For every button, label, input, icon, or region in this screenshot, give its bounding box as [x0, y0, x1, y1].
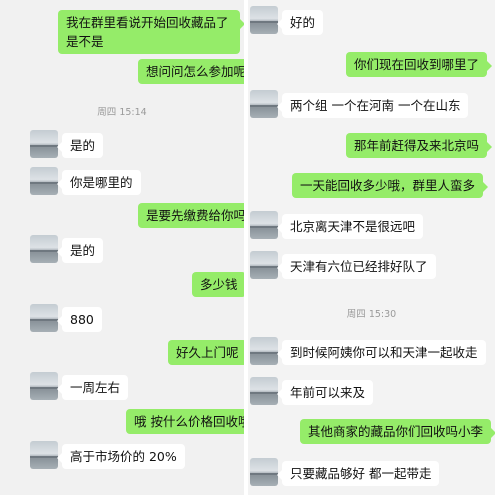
contact-avatar[interactable]	[250, 377, 278, 405]
contact-avatar[interactable]	[250, 458, 278, 486]
contact-avatar[interactable]	[250, 211, 278, 239]
sent-message[interactable]: 想问问怎么参加呢	[138, 59, 244, 84]
received-message[interactable]: 到时候阿姨你可以和天津一起收走	[277, 340, 486, 365]
sent-message[interactable]: 一天能回收多少哦，群里人蛮多	[292, 173, 489, 198]
received-message[interactable]: 是的	[56, 133, 104, 158]
contact-avatar[interactable]	[250, 337, 278, 365]
contact-avatar[interactable]	[30, 130, 58, 158]
received-message[interactable]: 年前可以来及	[276, 380, 374, 405]
received-message[interactable]: 天津有六位已经排好队了	[277, 254, 436, 279]
received-message[interactable]: 两个组 一个在河南 一个在山东	[276, 93, 469, 118]
received-message[interactable]: 只要藏品够好 都一起带走	[276, 461, 440, 486]
sent-message[interactable]: 多少钱	[192, 272, 244, 297]
contact-avatar[interactable]	[30, 167, 58, 195]
received-message[interactable]: 是的	[56, 238, 104, 263]
sent-message[interactable]: 其他商家的藏品你们回收吗小李	[300, 419, 495, 444]
right-chat-screenshot: 好的 你们现在回收到哪里了 两个组 一个在河南 一个在山东 那年前赶得及来北京吗…	[248, 0, 495, 495]
contact-avatar[interactable]	[30, 372, 58, 400]
sent-message[interactable]: 你们现在回收到哪里了	[346, 52, 493, 77]
received-message[interactable]: 一周左右	[56, 375, 129, 400]
timestamp: 周四 15:14	[97, 107, 147, 118]
contact-avatar[interactable]	[250, 6, 278, 34]
contact-avatar[interactable]	[250, 90, 278, 118]
contact-avatar[interactable]	[30, 304, 58, 332]
contact-avatar[interactable]	[250, 251, 278, 279]
received-message[interactable]: 北京离天津不是很远吧	[276, 214, 424, 239]
sent-message[interactable]: 是要先缴费给你吗	[138, 203, 244, 228]
received-message[interactable]: 高于市场价的 20%	[57, 444, 185, 469]
timestamp: 周四 15:30	[346, 309, 397, 320]
sent-message[interactable]: 那年前赶得及来北京吗	[346, 133, 493, 158]
sent-message[interactable]: 好久上门呢	[168, 340, 244, 365]
sent-message[interactable]: 哦 按什么价格回收哦	[126, 409, 244, 434]
sent-message[interactable]: 我在群里看说开始回收藏品了是不是	[58, 10, 244, 54]
received-message[interactable]: 880	[57, 307, 102, 332]
contact-avatar[interactable]	[30, 235, 58, 263]
contact-avatar[interactable]	[30, 441, 58, 469]
received-message[interactable]: 你是哪里的	[57, 170, 141, 195]
received-message[interactable]: 好的	[276, 10, 324, 35]
left-chat-screenshot: 我在群里看说开始回收藏品了是不是 想问问怎么参加呢 周四 15:14 是的 你是…	[0, 0, 244, 495]
